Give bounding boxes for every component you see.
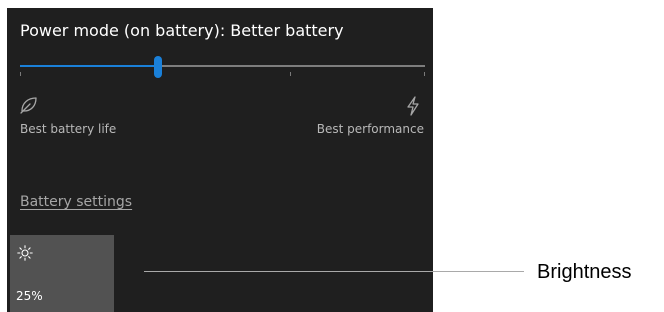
slider-thumb[interactable] bbox=[153, 56, 162, 78]
lightning-bolt-icon bbox=[407, 96, 419, 116]
quick-action-panel: Power mode (on battery): Better battery … bbox=[7, 8, 433, 312]
brightness-value: 25% bbox=[16, 289, 43, 303]
power-mode-title: Power mode (on battery): Better battery bbox=[20, 21, 344, 40]
slider-tick bbox=[290, 72, 291, 76]
brightness-tile[interactable]: 25% bbox=[10, 235, 114, 312]
slider-tick bbox=[20, 72, 21, 76]
slider-fill bbox=[20, 65, 158, 67]
power-mode-slider[interactable] bbox=[20, 56, 425, 78]
best-performance-label: Best performance bbox=[316, 122, 424, 136]
sun-icon bbox=[17, 245, 33, 261]
slider-tick bbox=[424, 72, 425, 76]
callout-line bbox=[144, 271, 524, 272]
battery-settings-link[interactable]: Battery settings bbox=[20, 194, 132, 210]
brightness-callout-label: Brightness bbox=[537, 261, 632, 283]
best-battery-life-label: Best battery life bbox=[20, 122, 117, 136]
leaf-icon bbox=[20, 97, 37, 114]
